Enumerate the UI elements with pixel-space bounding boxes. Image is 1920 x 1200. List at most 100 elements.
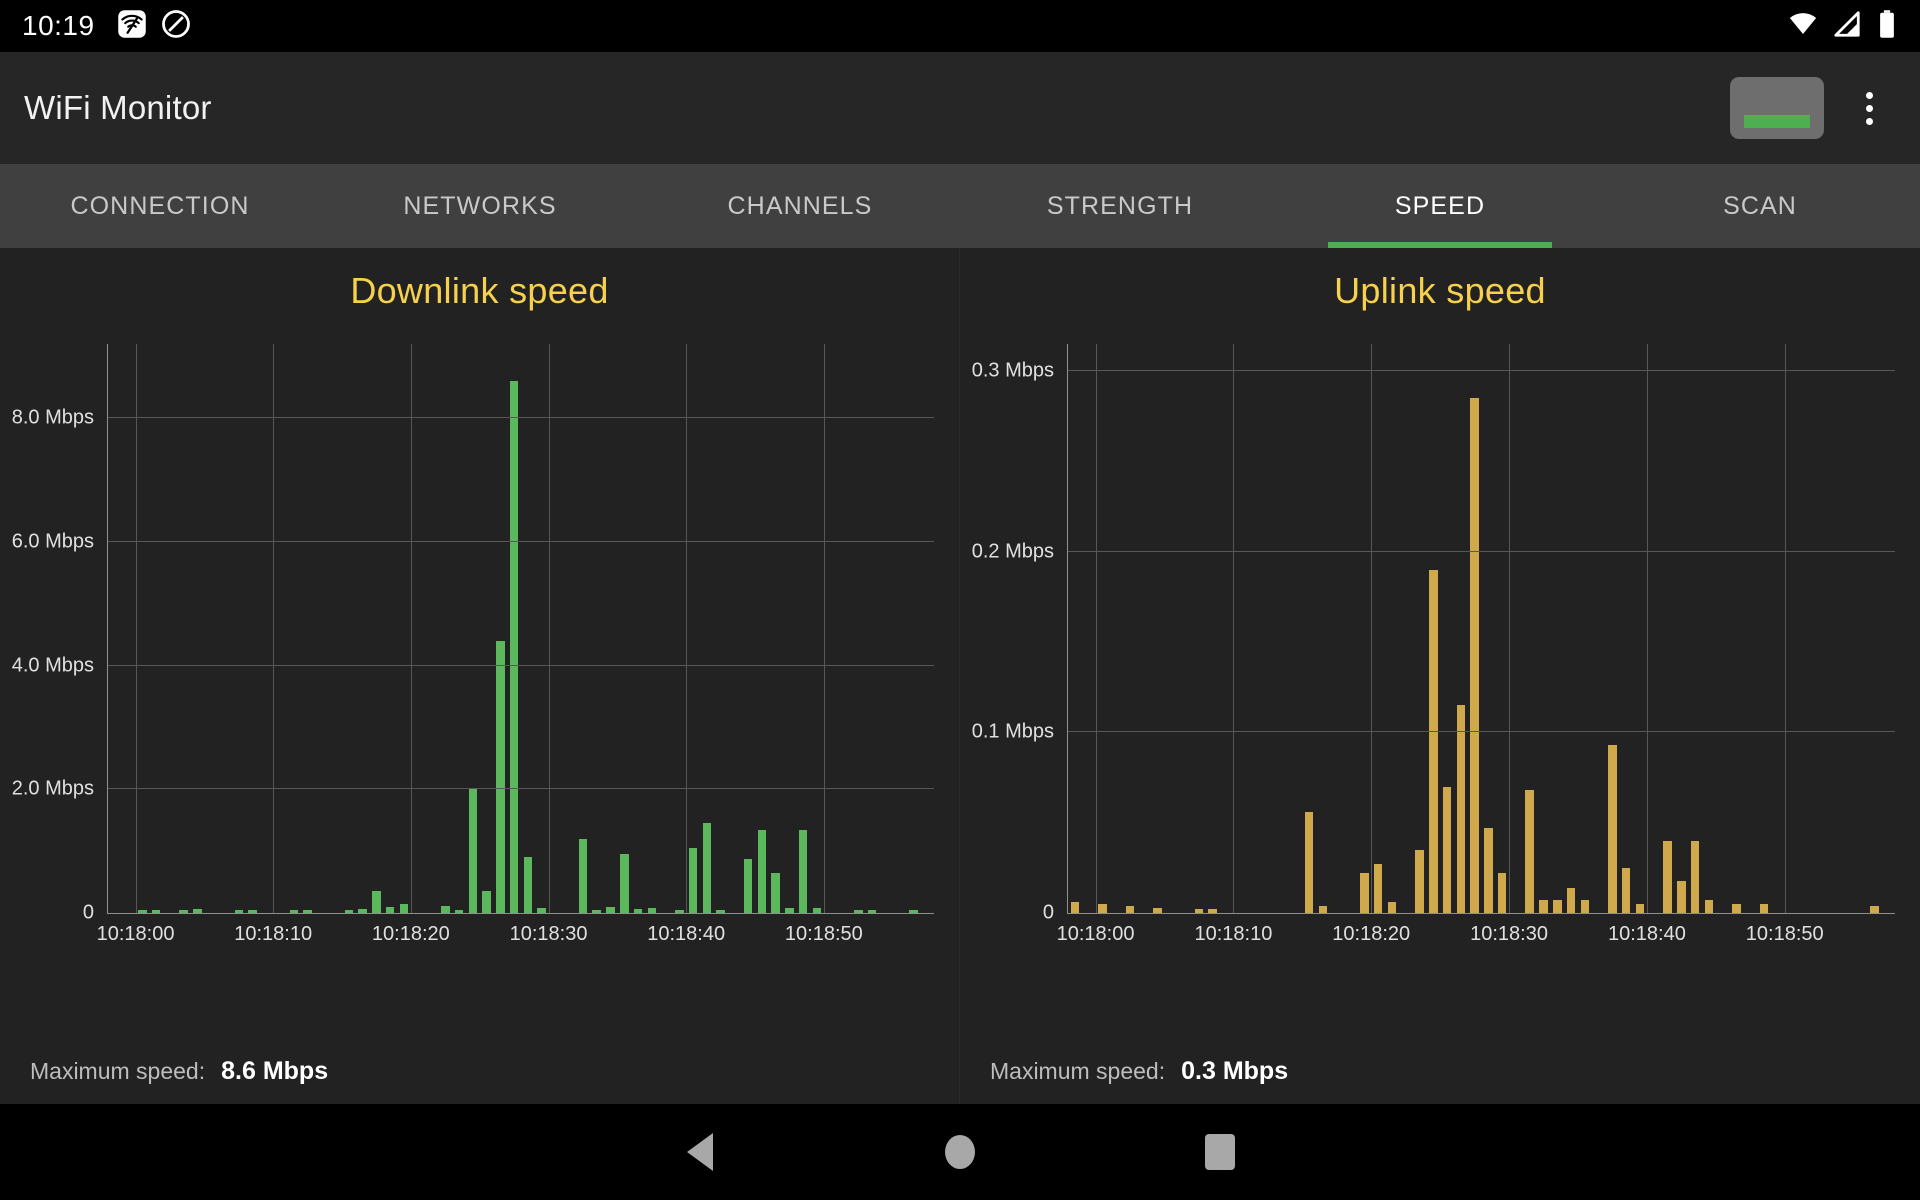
tab-speed[interactable]: SPEED bbox=[1280, 164, 1600, 248]
downlink-max-speed-value: 8.6 Mbps bbox=[221, 1057, 329, 1085]
chart-bar bbox=[509, 381, 519, 913]
chart-bar bbox=[633, 909, 643, 913]
chart-bar bbox=[151, 909, 161, 913]
x-axis-tick-label: 10:18:10 bbox=[234, 923, 313, 945]
x-axis-tick-label: 10:18:30 bbox=[509, 923, 588, 945]
chart-bar bbox=[399, 904, 409, 913]
tab-connection[interactable]: CONNECTION bbox=[0, 164, 320, 248]
chart-bar bbox=[1621, 867, 1631, 913]
x-axis-tick-label: 10:18:20 bbox=[371, 923, 450, 945]
chart-bar bbox=[372, 891, 381, 913]
downlink-max-speed-label: Maximum speed: bbox=[30, 1058, 206, 1084]
chart-bar bbox=[1070, 902, 1080, 913]
chart-bar bbox=[358, 909, 367, 913]
downlink-chart-title: Downlink speed bbox=[350, 270, 609, 311]
battery-full-icon bbox=[1876, 9, 1898, 44]
status-clock: 10:19 bbox=[22, 10, 95, 41]
nav-recents-button[interactable] bbox=[1090, 1134, 1350, 1170]
chart-bar bbox=[179, 909, 188, 913]
dot bbox=[1865, 104, 1873, 112]
nav-home-button[interactable] bbox=[830, 1135, 1090, 1169]
gridline-vertical bbox=[1371, 344, 1373, 913]
gridline-vertical bbox=[1095, 344, 1097, 913]
chart-bar bbox=[1208, 909, 1217, 913]
uplink-chart-title: Uplink speed bbox=[1334, 270, 1546, 311]
tab-networks[interactable]: NETWORKS bbox=[320, 164, 640, 248]
chart-bar bbox=[1732, 903, 1741, 913]
page-title: WiFi Monitor bbox=[24, 89, 212, 126]
y-axis-tick-label: 0 bbox=[82, 901, 94, 924]
gridline-vertical bbox=[410, 344, 412, 913]
dot bbox=[1865, 117, 1873, 125]
overflow-menu-icon[interactable] bbox=[1842, 77, 1896, 139]
chart-bar bbox=[716, 909, 725, 913]
x-axis-tick-label: 10:18:10 bbox=[1194, 923, 1273, 945]
chart-bar bbox=[1442, 786, 1452, 913]
chart-bar bbox=[1870, 905, 1879, 913]
tab-label: NETWORKS bbox=[403, 191, 557, 220]
chart-bar bbox=[688, 848, 698, 913]
downlink-plot-area: 0 2.0 Mbps 4.0 Mbps 6.0 Mbps 8.0 Mbps 10:18:0… bbox=[12, 344, 934, 945]
signal-level-bar-icon bbox=[1744, 115, 1810, 128]
app-bar: WiFi Monitor bbox=[0, 52, 1920, 164]
chart-bar bbox=[606, 906, 615, 913]
chart-bar bbox=[1525, 790, 1534, 913]
chart-bar bbox=[675, 909, 684, 913]
chart-bar bbox=[1194, 909, 1204, 913]
chart-bar bbox=[1553, 900, 1562, 913]
uplink-bars bbox=[1068, 344, 1895, 913]
chart-bar bbox=[454, 909, 464, 913]
chart-bar bbox=[1690, 840, 1700, 913]
do-not-disturb-icon bbox=[161, 9, 191, 44]
chart-bar bbox=[385, 906, 395, 913]
y-axis-tick-label: 6.0 Mbps bbox=[11, 530, 94, 553]
chart-bar bbox=[702, 823, 712, 913]
chart-bar bbox=[867, 909, 877, 913]
chart-bar bbox=[193, 909, 202, 913]
tab-label: STRENGTH bbox=[1046, 191, 1194, 220]
chart-bar bbox=[1580, 900, 1590, 913]
uplink-speed-panel: Uplink speed 0 0.1 Mbps 0.2 Mbps 0.3 Mbps 10… bbox=[960, 248, 1920, 1104]
uplink-max-speed-label: Maximum speed: bbox=[990, 1058, 1166, 1084]
tab-label: CHANNELS bbox=[727, 191, 873, 220]
uplink-plot-wrap: 0 0.1 Mbps 0.2 Mbps 0.3 Mbps 10:18:00 10:18:1… bbox=[960, 334, 1920, 959]
chart-bar bbox=[468, 789, 478, 913]
signal-level-button[interactable] bbox=[1730, 77, 1824, 139]
gridline-horizontal bbox=[1068, 550, 1895, 552]
x-axis-tick-label: 10:18:40 bbox=[647, 923, 726, 945]
x-axis-tick-label: 10:18:00 bbox=[96, 923, 175, 945]
chart-bar bbox=[1428, 569, 1438, 913]
app-bar-actions bbox=[1730, 77, 1896, 139]
gridline-horizontal bbox=[108, 788, 934, 790]
chart-bar bbox=[1704, 900, 1714, 913]
x-axis-tick-label: 10:18:50 bbox=[1745, 923, 1824, 945]
tab-channels[interactable]: CHANNELS bbox=[640, 164, 960, 248]
gridline-horizontal bbox=[1068, 731, 1895, 733]
dot bbox=[1865, 91, 1873, 99]
downlink-speed-panel: Downlink speed 0 2.0 Mbps 4.0 Mbps 6.0 Mbps… bbox=[0, 248, 960, 1104]
gridline-horizontal bbox=[108, 417, 934, 419]
chart-bar bbox=[1608, 745, 1617, 913]
x-axis-tick-label: 10:18:30 bbox=[1470, 923, 1548, 945]
chart-bar bbox=[798, 829, 808, 913]
chart-bar bbox=[1539, 900, 1548, 913]
tab-label: SCAN bbox=[1723, 191, 1797, 220]
chart-bar bbox=[441, 905, 450, 913]
chart-bar bbox=[592, 909, 601, 913]
speed-tab-content: Downlink speed 0 2.0 Mbps 4.0 Mbps 6.0 Mbps… bbox=[0, 248, 1920, 1104]
nav-back-button[interactable] bbox=[570, 1133, 830, 1171]
chart-bar bbox=[523, 857, 533, 913]
chart-bar bbox=[647, 908, 657, 913]
gridline-horizontal bbox=[108, 540, 934, 542]
chart-bar bbox=[1759, 903, 1769, 913]
back-icon bbox=[687, 1133, 713, 1171]
uplink-footer: Maximum speed: 0.3 Mbps bbox=[990, 1057, 1288, 1086]
tab-bar: CONNECTION NETWORKS CHANNELS STRENGTH SP… bbox=[0, 164, 1920, 248]
tab-scan[interactable]: SCAN bbox=[1600, 164, 1920, 248]
chart-bar bbox=[1497, 873, 1507, 913]
gridline-vertical bbox=[1646, 344, 1648, 913]
gridline-vertical bbox=[135, 344, 137, 913]
y-axis-tick-label: 8.0 Mbps bbox=[11, 406, 94, 429]
gridline-vertical bbox=[1509, 344, 1511, 913]
tab-strength[interactable]: STRENGTH bbox=[960, 164, 1280, 248]
